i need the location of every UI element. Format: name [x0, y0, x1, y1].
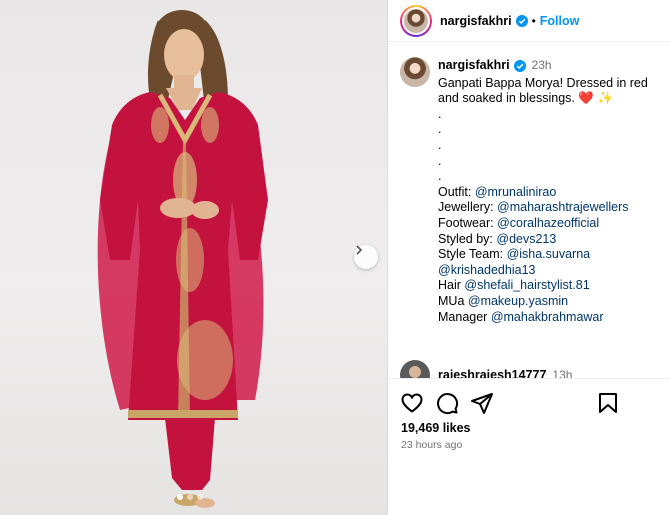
- author-username[interactable]: nargisfakhri: [440, 14, 512, 28]
- carousel-indicator: [177, 494, 203, 500]
- comment-button[interactable]: [435, 391, 459, 415]
- mention-link[interactable]: @krishadedhia13: [438, 263, 535, 277]
- mention-link[interactable]: @maharashtrajewellers: [497, 200, 629, 214]
- share-icon: [471, 392, 493, 414]
- caption-dot: .: [438, 106, 442, 121]
- credit-line: Style Team: @isha.suvarna: [438, 247, 591, 262]
- follow-button[interactable]: Follow: [540, 14, 580, 28]
- sparkles-emoji: ✨: [597, 91, 614, 106]
- caption-username[interactable]: nargisfakhri: [438, 58, 510, 74]
- credit-line: Jewellery: @maharashtrajewellers: [438, 200, 629, 215]
- caption-line: Ganpati Bappa Morya! Dressed in red and …: [438, 75, 648, 106]
- carousel-dot: [187, 494, 193, 500]
- model-in-red-kurta-illustration: [97, 10, 268, 508]
- caption-time: 23h: [531, 58, 552, 72]
- action-bar: [388, 378, 670, 426]
- mention-link[interactable]: @mrunalinirao: [475, 185, 556, 199]
- mention-link[interactable]: @devs213: [496, 232, 556, 246]
- heart-emoji: ❤️: [578, 91, 594, 106]
- bookmark-icon: [599, 392, 617, 413]
- caption-dot: .: [438, 137, 442, 152]
- verified-badge-icon: [515, 14, 528, 27]
- comment-item: rajeshrajesh14777 13h: [388, 360, 584, 378]
- mention-link[interactable]: @makeup.yasmin: [468, 294, 568, 308]
- credit-line: Outfit: @mrunalinirao: [438, 184, 557, 199]
- comments-section[interactable]: nargisfakhri 23h Ganpati Bappa Morya! Dr…: [388, 43, 670, 378]
- share-button[interactable]: [470, 391, 494, 415]
- mention-link[interactable]: @shefali_hairstylist.81: [464, 278, 589, 292]
- mention-link[interactable]: @mahakbrahmawar: [491, 310, 604, 324]
- post-image[interactable]: [0, 0, 387, 515]
- author-avatar[interactable]: [400, 4, 432, 37]
- credit-line: MUa @makeup.yasmin: [438, 293, 569, 308]
- header-separator: •: [531, 13, 536, 28]
- credit-line: @krishadedhia13: [438, 263, 659, 279]
- caption-dot: .: [438, 122, 442, 137]
- comment-icon: [437, 392, 459, 414]
- heart-outline-icon: [401, 392, 423, 413]
- credit-line: Hair @shefali_hairstylist.81: [438, 278, 590, 293]
- like-button[interactable]: [400, 391, 424, 415]
- commenter-avatar[interactable]: [400, 360, 430, 378]
- caption-dot: .: [438, 153, 442, 168]
- carousel-next-button[interactable]: [354, 245, 378, 269]
- carousel-dot: [197, 494, 203, 500]
- verified-badge-icon: [513, 59, 526, 72]
- chevron-right-icon: [356, 245, 363, 255]
- credit-line: Manager @mahakbrahmawar: [438, 309, 604, 324]
- post-details-panel: nargisfakhri • Follow nargisfakhri 23h G…: [387, 0, 670, 515]
- commenter-username[interactable]: rajeshrajesh14777: [438, 368, 546, 378]
- caption-text: Ganpati Bappa Morya! Dressed in red and …: [438, 76, 659, 326]
- post-caption: nargisfakhri 23h Ganpati Bappa Morya! Dr…: [388, 43, 670, 325]
- save-button[interactable]: [596, 391, 620, 415]
- carousel-dot: [177, 494, 183, 500]
- mention-link[interactable]: @coralhazeofficial: [497, 216, 599, 230]
- credit-line: Footwear: @coralhazeofficial: [438, 215, 600, 230]
- credit-line: Styled by: @devs213: [438, 231, 557, 246]
- caption-avatar[interactable]: [400, 57, 430, 87]
- comment-time: 13h: [552, 368, 573, 378]
- likes-count[interactable]: 19,469 likes: [401, 421, 471, 435]
- post-timestamp: 23 hours ago: [401, 439, 463, 451]
- caption-dot: .: [438, 169, 442, 184]
- post-header: nargisfakhri • Follow: [388, 0, 670, 42]
- mention-link[interactable]: @isha.suvarna: [507, 247, 591, 261]
